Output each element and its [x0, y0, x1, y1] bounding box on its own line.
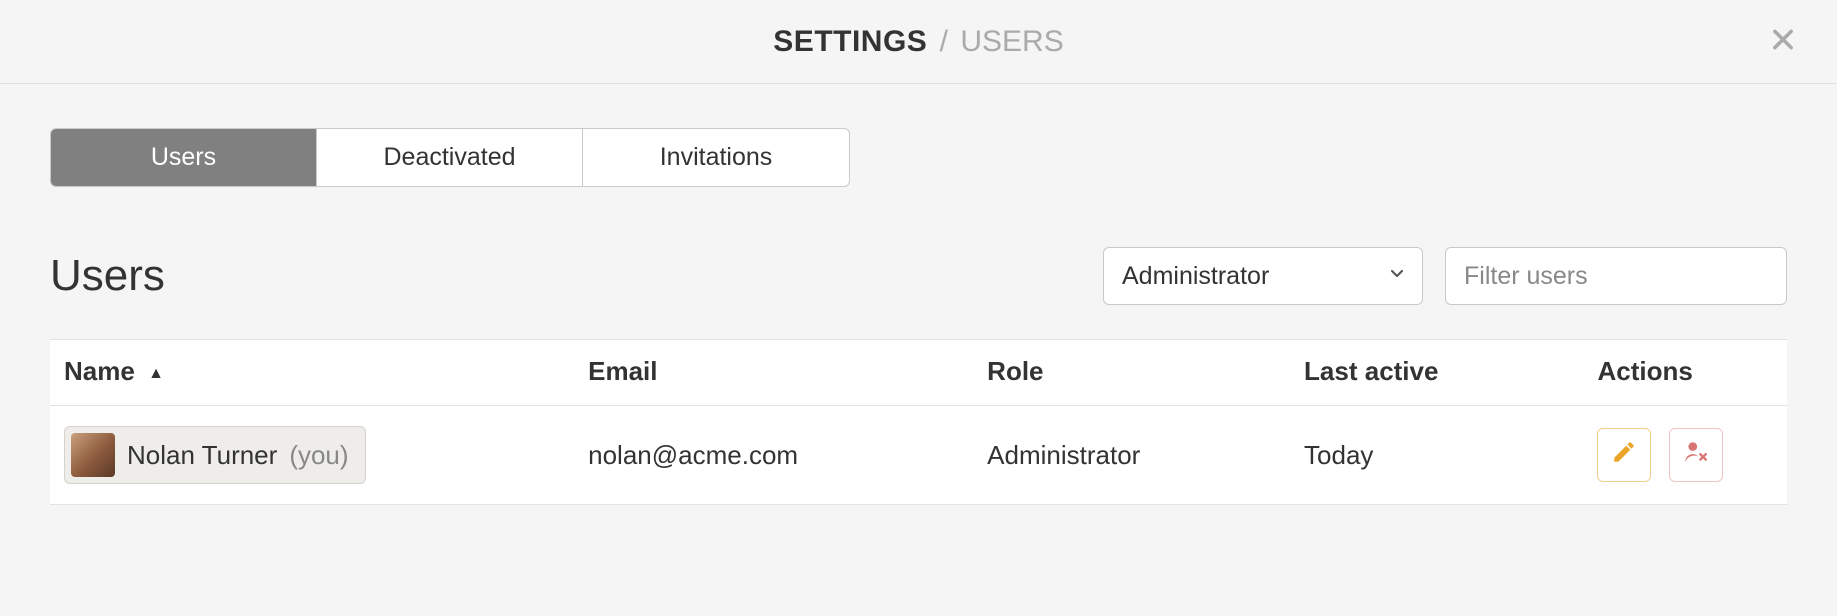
col-header-role[interactable]: Role: [977, 340, 1294, 406]
close-button[interactable]: [1769, 25, 1797, 58]
col-header-last-active[interactable]: Last active: [1294, 340, 1587, 406]
col-header-name[interactable]: Name ▲: [50, 340, 578, 406]
role-filter-value: Administrator: [1103, 247, 1423, 305]
cell-role: Administrator: [977, 406, 1294, 505]
breadcrumb-sub: USERS: [960, 25, 1063, 58]
user-x-icon: [1683, 439, 1709, 472]
tab-invitations[interactable]: Invitations: [583, 129, 849, 186]
tab-users[interactable]: Users: [51, 129, 317, 186]
avatar: [71, 433, 115, 477]
pencil-icon: [1611, 439, 1637, 472]
cell-last-active: Today: [1294, 406, 1587, 505]
table-row: Nolan Turner (you) nolan@acme.com Admini…: [50, 406, 1787, 505]
remove-user-button[interactable]: [1669, 428, 1723, 482]
users-table: Name ▲ Email Role Last active Actions No…: [50, 339, 1787, 505]
edit-user-button[interactable]: [1597, 428, 1651, 482]
breadcrumb-separator: /: [936, 25, 952, 58]
content-area: Users Deactivated Invitations Users Admi…: [0, 84, 1837, 505]
cell-email: nolan@acme.com: [578, 406, 977, 505]
breadcrumb: SETTINGS / USERS: [773, 25, 1063, 59]
user-chip[interactable]: Nolan Turner (you): [64, 426, 366, 484]
cell-actions: [1587, 406, 1787, 505]
col-header-name-label: Name: [64, 356, 135, 386]
table-header-row: Name ▲ Email Role Last active Actions: [50, 340, 1787, 406]
col-header-email[interactable]: Email: [578, 340, 977, 406]
cell-name: Nolan Turner (you): [50, 406, 578, 505]
breadcrumb-main: SETTINGS: [773, 25, 927, 58]
role-filter-select[interactable]: Administrator: [1103, 247, 1423, 305]
section-title: Users: [50, 251, 165, 301]
tab-deactivated[interactable]: Deactivated: [317, 129, 583, 186]
close-icon: [1769, 25, 1797, 58]
col-header-actions: Actions: [1587, 340, 1787, 406]
you-tag: (you): [289, 440, 348, 471]
page-header: SETTINGS / USERS: [0, 0, 1837, 84]
user-name: Nolan Turner: [127, 440, 277, 471]
tab-bar: Users Deactivated Invitations: [50, 128, 850, 187]
sort-indicator-icon: ▲: [142, 365, 164, 382]
section-header: Users Administrator: [50, 247, 1787, 305]
filter-users-input[interactable]: [1445, 247, 1787, 305]
